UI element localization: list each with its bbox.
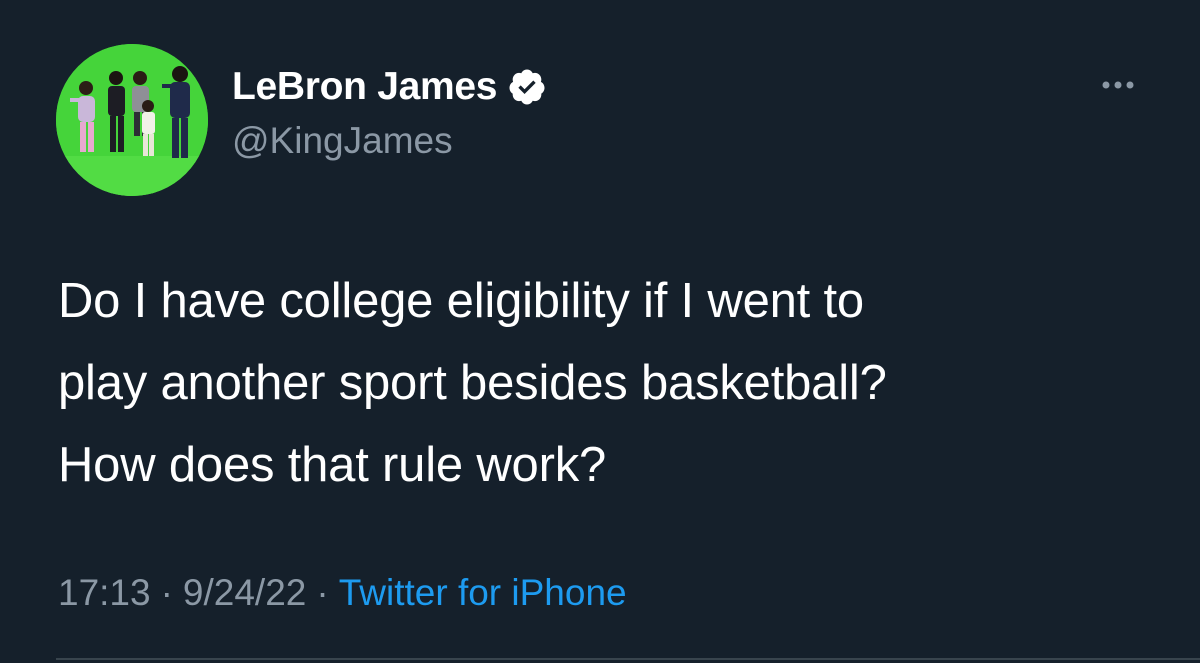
- separator-dot: ·: [316, 572, 329, 613]
- profile-photo-icon: [56, 44, 208, 196]
- more-options-icon[interactable]: [1094, 70, 1142, 100]
- separator-dot: ·: [160, 572, 173, 613]
- tweet-metadata: 17:13 · 9/24/22 · Twitter for iPhone: [58, 572, 627, 614]
- tweet-text-line: Do I have college eligibility if I went …: [58, 274, 864, 328]
- tweet-card[interactable]: LeBron James @KingJames Do I have colleg…: [0, 0, 1200, 663]
- tweet-time[interactable]: 17:13: [58, 572, 151, 613]
- author-handle[interactable]: @KingJames: [232, 120, 453, 162]
- author-display-name[interactable]: LeBron James: [232, 65, 497, 109]
- tweet-text-line: How does that rule work?: [58, 438, 607, 492]
- tweet-text: Do I have college eligibility if I went …: [58, 260, 1158, 506]
- verified-badge-icon: [509, 69, 545, 105]
- divider: [56, 658, 1200, 660]
- tweet-date[interactable]: 9/24/22: [183, 572, 306, 613]
- author-name-row: LeBron James: [232, 62, 547, 112]
- avatar[interactable]: [56, 44, 208, 196]
- tweet-source-link[interactable]: Twitter for iPhone: [339, 572, 627, 613]
- tweet-text-line: play another sport besides basketball?: [58, 356, 887, 410]
